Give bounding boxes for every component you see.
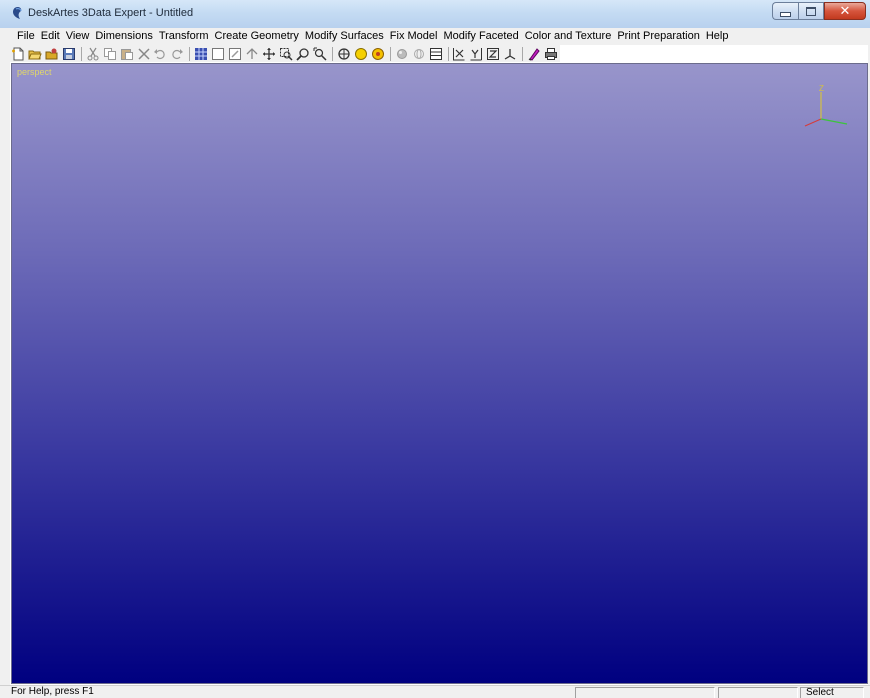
redo-icon[interactable] [169,46,185,62]
menu-create-geometry[interactable]: Create Geometry [212,29,302,44]
status-pane [575,687,715,698]
menu-modify-surfaces[interactable]: Modify Surfaces [302,29,387,44]
z-axis-label: Z [819,84,824,93]
menu-color-and-texture[interactable]: Color and Texture [522,29,615,44]
status-help-text: For Help, press F1 [11,686,94,697]
grid-icon[interactable] [193,46,209,62]
axes-icon[interactable] [502,46,518,62]
perspective-viewport[interactable]: perspect Z [11,63,868,684]
open-folder-icon[interactable] [27,46,43,62]
cut-icon[interactable] [85,46,101,62]
x-view-icon[interactable] [452,46,468,62]
rotate-icon[interactable] [336,46,352,62]
status-mode-pane: Select [800,687,864,698]
window-frame-left [0,45,10,685]
pan-icon[interactable] [261,46,277,62]
save-icon[interactable] [61,46,77,62]
copy-icon[interactable] [102,46,118,62]
menu-bar: File Edit View Dimensions Transform Crea… [0,28,870,45]
z-view-icon[interactable] [485,46,501,62]
minimize-icon [780,11,791,17]
toolbar-separator [331,46,333,61]
select-arrow-icon[interactable] [244,46,260,62]
table-icon[interactable] [428,46,444,62]
shade-icon[interactable] [353,46,369,62]
menu-transform[interactable]: Transform [156,29,212,44]
window-title: DeskArtes 3Data Expert - Untitled [28,7,194,19]
render-icon[interactable] [394,46,410,62]
maximize-button[interactable] [798,2,824,20]
zoom-icon[interactable] [295,46,311,62]
menu-print-preparation[interactable]: Print Preparation [614,29,703,44]
maximize-icon [806,6,816,16]
undo-icon[interactable] [153,46,169,62]
viewport-label: perspect [17,67,52,77]
caption-buttons: ✕ [772,2,866,20]
paste-icon[interactable] [119,46,135,62]
toolbar-separator [522,46,524,61]
minimize-button[interactable] [772,2,798,20]
title-bar[interactable]: DeskArtes 3Data Expert - Untitled ✕ [0,0,870,28]
y-axis-line [820,118,848,125]
new-file-icon[interactable] [10,46,26,62]
close-button[interactable]: ✕ [824,2,866,20]
menu-modify-faceted[interactable]: Modify Faceted [440,29,521,44]
toolbar-separator [80,46,82,61]
lighting-icon[interactable] [370,46,386,62]
zoom-window-icon[interactable] [278,46,294,62]
menu-help[interactable]: Help [703,29,732,44]
close-icon: ✕ [839,3,851,19]
print-icon[interactable] [543,46,559,62]
menu-view[interactable]: View [63,29,93,44]
x-axis-line [804,118,822,127]
menu-fix-model[interactable]: Fix Model [387,29,441,44]
toolbar-separator [389,46,391,61]
frame-icon[interactable] [210,46,226,62]
menu-edit[interactable]: Edit [38,29,63,44]
status-pane [718,687,798,698]
edit-frame-icon[interactable] [227,46,243,62]
main-toolbar [10,45,560,62]
status-mode-text: Select [806,687,834,698]
color-icon[interactable] [526,46,542,62]
app-logo-icon [12,6,24,20]
menu-dimensions[interactable]: Dimensions [92,29,155,44]
axis-triad-icon: Z [804,84,848,127]
toolbar-separator [447,46,449,61]
open-model-icon[interactable] [44,46,60,62]
status-bar: For Help, press F1 Select [0,685,870,698]
menu-file[interactable]: File [14,29,38,44]
app-window: DeskArtes 3Data Expert - Untitled ✕ File… [0,0,870,698]
toolbar-separator [189,46,191,61]
zoom-fit-icon[interactable] [312,46,328,62]
delete-icon[interactable] [136,46,152,62]
wireframe-icon[interactable] [411,46,427,62]
y-view-icon[interactable] [468,46,484,62]
